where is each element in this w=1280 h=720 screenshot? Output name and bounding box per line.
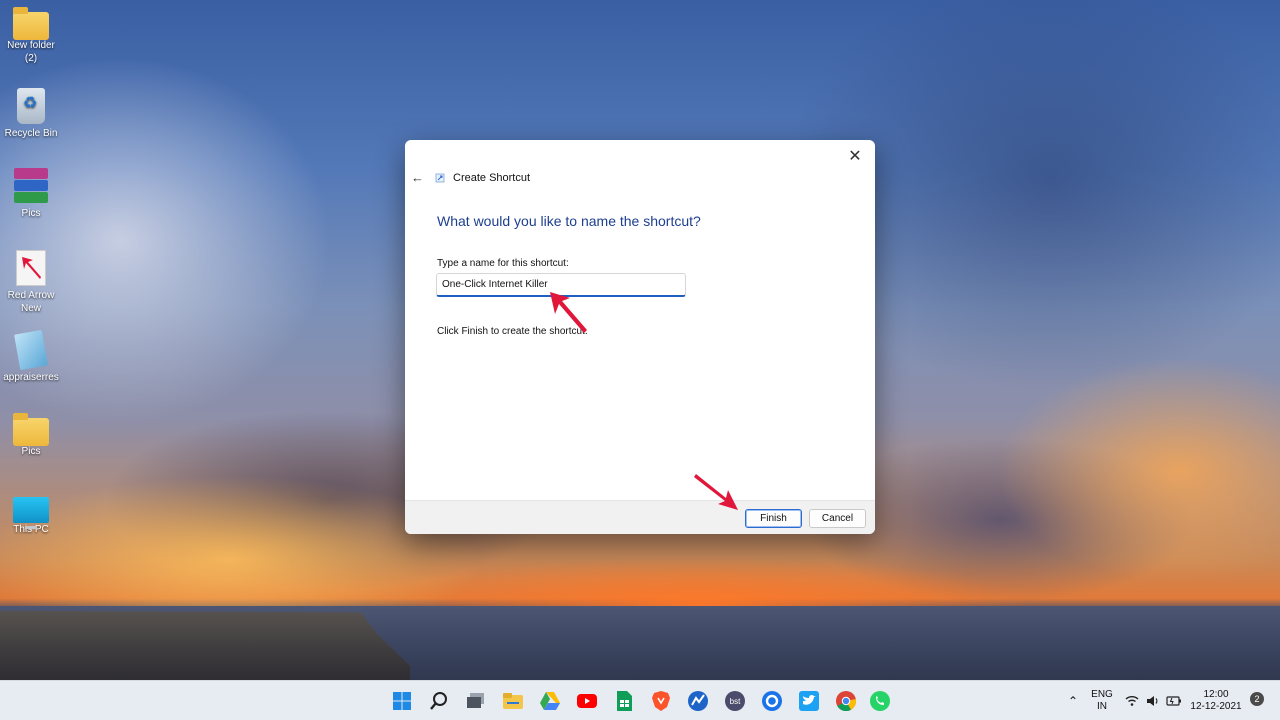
battery-icon[interactable] (1166, 693, 1182, 709)
document-icon (14, 329, 48, 371)
language-indicator[interactable]: ENG IN (1090, 689, 1114, 713)
chrome-icon[interactable] (834, 689, 858, 713)
close-button[interactable]: ✕ (843, 146, 867, 168)
dialog-title: Create Shortcut (453, 172, 531, 184)
volume-icon[interactable] (1145, 693, 1161, 709)
clock-time: 12:00 (1203, 689, 1229, 700)
task-view-icon[interactable] (464, 689, 488, 713)
back-button[interactable]: ← (411, 170, 429, 186)
red-arrow-image-icon (16, 250, 46, 286)
clock-date: 12-12-2021 (1190, 701, 1242, 712)
desktop-icon-red-arrow[interactable]: Red Arrow New (2, 250, 60, 315)
language-line1: ENG (1091, 689, 1113, 700)
file-explorer-icon[interactable] (501, 689, 525, 713)
bst-icon[interactable]: bst (723, 689, 747, 713)
dialog-heading: What would you like to name the shortcut… (437, 213, 701, 229)
brave-browser-icon[interactable] (649, 689, 673, 713)
windows-start-icon[interactable] (390, 689, 414, 713)
desktop-icon-appraiserres[interactable]: appraiserres (2, 329, 60, 384)
maps-icon[interactable] (686, 689, 710, 713)
search-icon[interactable] (427, 689, 451, 713)
recycle-bin-icon: ♻ (17, 88, 45, 124)
desktop-icon-label: Recycle Bin (4, 128, 58, 139)
desktop-icon-label: appraiserres (3, 372, 59, 383)
shortcut-name-label: Type a name for this shortcut: (437, 258, 569, 269)
create-shortcut-dialog: ✕ ← Create Shortcut What would you like … (405, 140, 875, 534)
taskbar: bst ⌃ ENG IN 12:00 12-12-2021 (0, 680, 1280, 720)
annotation-arrow-input (550, 292, 587, 333)
google-sheets-icon[interactable] (612, 689, 636, 713)
desktop-icon-pics-folder[interactable]: Pics (2, 413, 60, 458)
twitter-icon[interactable] (797, 689, 821, 713)
desktop-icon-label: New folder (2) (7, 40, 55, 64)
cancel-button[interactable]: Cancel (809, 509, 866, 528)
notification-badge[interactable]: 2 (1250, 692, 1264, 706)
youtube-icon[interactable] (575, 689, 599, 713)
desktop-icon-label: Pics (21, 446, 41, 457)
desktop-icon-label: This PC (13, 524, 49, 535)
wifi-icon[interactable] (1124, 693, 1140, 709)
svg-text:bst: bst (730, 697, 741, 706)
canyon-cliff (0, 610, 410, 680)
clock[interactable]: 12:00 12-12-2021 (1188, 689, 1244, 713)
folder-icon (13, 413, 49, 446)
circle-app-icon[interactable] (760, 689, 784, 713)
folder-icon (13, 7, 49, 40)
desktop-icon-recycle-bin[interactable]: ♻ Recycle Bin (2, 88, 60, 140)
desktop-icon-label: Red Arrow New (7, 290, 55, 314)
dialog-footer: Finish Cancel (405, 500, 875, 534)
shortcut-wizard-icon (435, 173, 445, 183)
desktop-icon-new-folder[interactable]: New folder (2) (2, 7, 60, 65)
annotation-arrow-finish (694, 474, 738, 510)
desktop-icon-label: Pics (21, 208, 41, 219)
language-line2: IN (1097, 701, 1107, 712)
monitor-icon (13, 497, 49, 529)
google-drive-icon[interactable] (538, 689, 562, 713)
chevron-up-icon[interactable]: ⌃ (1066, 681, 1080, 720)
finish-button[interactable]: Finish (745, 509, 802, 528)
desktop-icon-pics-archive[interactable]: Pics (2, 168, 60, 220)
winrar-archive-icon (14, 168, 48, 204)
whatsapp-icon[interactable] (868, 689, 892, 713)
desktop-icon-this-pc[interactable]: This PC (2, 494, 60, 536)
